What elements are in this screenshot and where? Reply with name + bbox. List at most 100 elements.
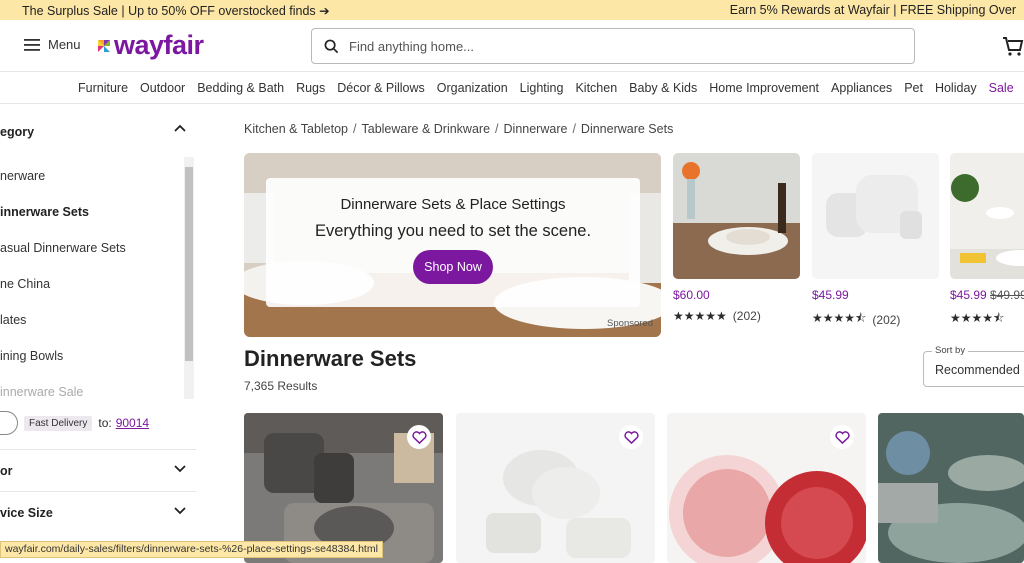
category-nav: Furniture Outdoor Bedding & Bath Rugs Dé…: [0, 72, 1024, 104]
search-icon: [324, 39, 339, 53]
nav-home-improvement[interactable]: Home Improvement: [709, 81, 819, 95]
cart-icon: [1003, 37, 1024, 56]
wayfair-pinwheel-icon: [98, 39, 110, 52]
breadcrumb: Kitchen & Tabletop / Tableware & Drinkware…: [244, 122, 673, 136]
nav-decor-pillows[interactable]: Décor & Pillows: [337, 81, 425, 95]
product-image: [878, 413, 1024, 563]
sponsored-product-card[interactable]: $45.99 ★★★★⯪ (202): [812, 153, 939, 330]
review-count: (202): [872, 312, 901, 327]
promo-bar[interactable]: The Surplus Sale | Up to 50% OFF oversto…: [0, 0, 1024, 20]
nav-rugs[interactable]: Rugs: [296, 81, 325, 95]
product-image[interactable]: [673, 153, 800, 279]
category-scrollbar-thumb[interactable]: [185, 167, 193, 361]
breadcrumb-dinnerware-sets[interactable]: Dinnerware Sets: [581, 122, 673, 136]
chevron-down-icon: [174, 507, 186, 515]
product-price: $45.99 $49.99: [950, 288, 1024, 302]
nav-furniture[interactable]: Furniture: [78, 81, 128, 95]
results-count: 7,365 Results: [244, 379, 318, 393]
filter-sidebar: egory nerware innerware Sets asual Dinne…: [0, 105, 196, 558]
heart-icon: [411, 430, 427, 444]
banner-subtitle: Everything you need to set the scene.: [314, 222, 592, 240]
nav-pet[interactable]: Pet: [904, 81, 923, 95]
breadcrumb-tableware-drinkware[interactable]: Tableware & Drinkware: [362, 122, 491, 136]
sponsored-label: Sponsored: [607, 318, 653, 329]
star-icon: ★★★★⯪: [950, 311, 1005, 325]
hamburger-icon: [24, 38, 40, 51]
breadcrumb-separator: /: [353, 122, 357, 136]
shop-now-button[interactable]: Shop Now: [413, 250, 493, 284]
banner-card: Dinnerware Sets & Place Settings Everyth…: [266, 178, 640, 307]
nav-organization[interactable]: Organization: [437, 81, 508, 95]
chevron-down-icon: [174, 465, 186, 473]
nav-kitchen[interactable]: Kitchen: [575, 81, 617, 95]
favorite-button[interactable]: [407, 425, 431, 449]
search-box[interactable]: [311, 28, 915, 64]
nav-appliances[interactable]: Appliances: [831, 81, 892, 95]
breadcrumb-separator: /: [572, 122, 576, 136]
menu-button[interactable]: Menu: [24, 37, 81, 52]
category-item-dining-bowls[interactable]: ining Bowls: [0, 349, 180, 385]
arrow-right-icon: ➔: [319, 3, 330, 18]
filter-color[interactable]: or: [0, 449, 196, 491]
heart-icon: [834, 430, 850, 444]
filter-service-size[interactable]: vice Size: [0, 491, 196, 533]
delivery-to-label: to:: [98, 416, 112, 430]
sponsored-product-card[interactable]: $60.00 ★★★★★ (202): [673, 153, 800, 323]
sort-by-value: Recommended: [935, 363, 1020, 377]
banner-title: Dinnerware Sets & Place Settings: [340, 196, 566, 213]
category-item-casual-dinnerware-sets[interactable]: asual Dinnerware Sets: [0, 241, 180, 277]
fast-delivery-row: Fast Delivery to: 90014: [0, 411, 149, 435]
page-title: Dinnerware Sets: [244, 346, 417, 371]
nav-baby-kids[interactable]: Baby & Kids: [629, 81, 697, 95]
promo-banner[interactable]: Dinnerware Sets & Place Settings Everyth…: [244, 153, 661, 337]
promo-left-link[interactable]: The Surplus Sale | Up to 50% OFF oversto…: [22, 3, 330, 18]
product-card[interactable]: [878, 413, 1024, 563]
search-input[interactable]: [349, 38, 889, 54]
breadcrumb-dinnerware[interactable]: Dinnerware: [504, 122, 568, 136]
product-card[interactable]: [456, 413, 655, 563]
favorite-button[interactable]: [830, 425, 854, 449]
category-filter-header[interactable]: egory: [0, 124, 190, 139]
category-list: nerware innerware Sets asual Dinnerware …: [0, 169, 180, 401]
filter-service-size-label: vice Size: [0, 506, 53, 520]
favorite-button[interactable]: [619, 425, 643, 449]
nav-holiday[interactable]: Holiday: [935, 81, 977, 95]
product-price: $45.99: [812, 288, 849, 302]
category-item-dinnerware[interactable]: nerware: [0, 169, 180, 205]
zip-code-link[interactable]: 90014: [116, 416, 149, 430]
breadcrumb-kitchen-tabletop[interactable]: Kitchen & Tabletop: [244, 122, 348, 136]
link-preview-status-bar: wayfair.com/daily-sales/filters/dinnerwa…: [0, 541, 383, 558]
menu-label: Menu: [48, 37, 81, 52]
breadcrumb-separator: /: [495, 122, 499, 136]
nav-bedding-bath[interactable]: Bedding & Bath: [197, 81, 284, 95]
heart-icon: [623, 430, 639, 444]
nav-lighting[interactable]: Lighting: [520, 81, 564, 95]
fast-delivery-badge: Fast Delivery: [24, 415, 93, 431]
product-price: $60.00: [673, 288, 710, 302]
product-old-price: $49.99: [990, 288, 1024, 302]
category-item-plates[interactable]: lates: [0, 313, 180, 349]
site-header: Menu wayfair: [0, 20, 1024, 72]
category-item-dinnerware-sets[interactable]: innerware Sets: [0, 205, 180, 241]
product-image[interactable]: [812, 153, 939, 279]
wayfair-logo[interactable]: wayfair: [96, 30, 204, 61]
cart-button[interactable]: [1002, 36, 1024, 61]
fast-delivery-toggle[interactable]: [0, 411, 18, 435]
category-item-fine-china[interactable]: ne China: [0, 277, 180, 313]
sponsored-product-card[interactable]: $45.99 $49.99 ★★★★⯪: [950, 153, 1024, 330]
sort-by-label: Sort by: [932, 345, 969, 356]
category-item-dinnerware-sale[interactable]: innerware Sale: [0, 385, 180, 401]
review-count: (202): [732, 309, 761, 323]
nav-sale[interactable]: Sale: [989, 81, 1014, 95]
product-image[interactable]: [950, 153, 1024, 279]
product-card[interactable]: [667, 413, 866, 563]
star-rating: ★★★★★ (202): [673, 309, 800, 323]
promo-right-text[interactable]: Earn 5% Rewards at Wayfair | FREE Shippi…: [724, 3, 1016, 17]
sort-by-select[interactable]: Sort by Recommended: [923, 345, 1024, 387]
logo-text: wayfair: [114, 30, 204, 60]
star-icon: ★★★★★: [673, 309, 727, 323]
star-icon: ★★★★⯪: [812, 311, 867, 325]
nav-outdoor[interactable]: Outdoor: [140, 81, 185, 95]
chevron-up-icon: [174, 124, 186, 132]
filter-color-label: or: [0, 464, 13, 478]
